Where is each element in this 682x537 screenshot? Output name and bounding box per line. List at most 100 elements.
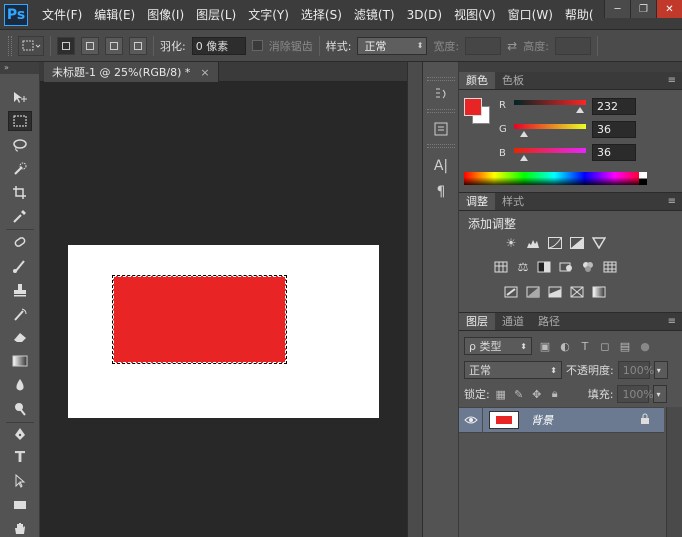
new-selection-button[interactable] [57, 36, 75, 55]
vibrance-icon[interactable] [591, 235, 607, 251]
black-white-icon[interactable] [536, 259, 552, 275]
layer-row-background[interactable]: 背景 [459, 407, 664, 433]
minimize-button[interactable]: ─ [604, 0, 630, 18]
black-white-swatch[interactable] [639, 172, 647, 185]
close-button[interactable]: ✕ [656, 0, 682, 18]
red-slider[interactable] [514, 100, 586, 105]
selective-color-icon[interactable] [569, 284, 585, 300]
lock-position-icon[interactable]: ✥ [530, 387, 544, 401]
tab-paths[interactable]: 路径 [531, 313, 567, 330]
actions-panel-icon[interactable] [430, 119, 452, 139]
path-selection-tool-icon[interactable] [8, 471, 32, 491]
blue-slider-thumb[interactable] [520, 155, 529, 161]
gradient-map-icon[interactable] [591, 284, 607, 300]
filter-smart-object-icon[interactable]: ▤ [618, 339, 632, 353]
brightness-contrast-icon[interactable]: ☀ [503, 235, 519, 251]
menu-help[interactable]: 帮助( [559, 6, 600, 23]
antialias-checkbox[interactable] [251, 40, 263, 51]
color-spectrum-ramp[interactable] [464, 172, 645, 185]
green-slider-thumb[interactable] [520, 131, 529, 137]
brush-tool-icon[interactable] [8, 256, 32, 276]
posterize-icon[interactable] [525, 284, 541, 300]
intersect-selection-button[interactable] [129, 36, 147, 55]
blue-value-input[interactable]: 36 [592, 144, 636, 161]
healing-brush-tool-icon[interactable] [8, 232, 32, 252]
dock-grip[interactable] [427, 109, 455, 113]
swap-icon[interactable]: ⇄ [507, 39, 517, 53]
menu-select[interactable]: 选择(S) [295, 6, 348, 23]
menu-3d[interactable]: 3D(D) [401, 8, 448, 22]
tab-swatches[interactable]: 色板 [495, 72, 531, 89]
toolbox-collapse-icon[interactable]: » [0, 62, 39, 74]
threshold-icon[interactable] [547, 284, 563, 300]
move-tool-icon[interactable] [8, 88, 32, 108]
lasso-tool-icon[interactable] [8, 135, 32, 155]
tab-adjustments[interactable]: 调整 [459, 193, 495, 210]
filter-adjustment-icon[interactable]: ◐ [558, 339, 572, 353]
blur-tool-icon[interactable] [8, 375, 32, 395]
menu-view[interactable]: 视图(V) [448, 6, 502, 23]
layer-thumbnail[interactable] [489, 411, 519, 429]
style-select[interactable]: 正常 ⬍ [357, 36, 428, 55]
filter-shape-icon[interactable]: ◻ [598, 339, 612, 353]
tab-layers[interactable]: 图层 [459, 313, 495, 330]
selection-red-rectangle[interactable] [112, 275, 287, 364]
clone-stamp-tool-icon[interactable] [8, 280, 32, 300]
tool-preset-picker[interactable] [18, 35, 44, 56]
restore-button[interactable]: ❐ [630, 0, 656, 18]
eye-visibility-icon[interactable] [459, 407, 483, 433]
menu-file[interactable]: 文件(F) [36, 6, 88, 23]
character-panel-icon[interactable]: A| [430, 156, 452, 176]
green-slider[interactable] [514, 124, 586, 129]
panel-dock-header[interactable] [459, 62, 682, 72]
menu-image[interactable]: 图像(I) [141, 6, 190, 23]
dodge-tool-icon[interactable] [8, 399, 32, 419]
width-input[interactable] [465, 36, 502, 55]
menu-type[interactable]: 文字(Y) [242, 6, 295, 23]
menu-layer[interactable]: 图层(L) [190, 6, 242, 23]
opacity-input[interactable]: 100% [617, 361, 654, 379]
eraser-tool-icon[interactable] [8, 327, 32, 347]
rectangular-marquee-tool-icon[interactable] [8, 111, 32, 131]
menu-window[interactable]: 窗口(W) [502, 6, 559, 23]
channel-mixer-icon[interactable] [580, 259, 596, 275]
filter-type-icon[interactable]: T [578, 339, 592, 353]
tab-color[interactable]: 颜色 [459, 72, 495, 89]
fill-dropdown[interactable]: ▾ [653, 385, 668, 403]
document-workspace[interactable] [40, 82, 407, 537]
rectangle-tool-icon[interactable] [8, 495, 32, 515]
options-grip[interactable] [8, 35, 12, 56]
type-tool-icon[interactable]: T [8, 447, 32, 467]
layer-name[interactable]: 背景 [531, 412, 553, 428]
panel-menu-icon[interactable]: ≡ [668, 316, 676, 327]
red-value-input[interactable]: 232 [592, 98, 636, 115]
blue-slider[interactable] [514, 148, 586, 153]
hand-tool-icon[interactable] [8, 518, 32, 537]
pen-tool-icon[interactable] [8, 424, 32, 444]
layers-scrollbar[interactable] [666, 407, 682, 537]
dock-grip[interactable] [427, 144, 455, 148]
color-balance-icon[interactable]: ⚖ [515, 259, 531, 275]
lock-pixels-icon[interactable]: ✎ [512, 387, 526, 401]
menu-filter[interactable]: 滤镜(T) [348, 6, 401, 23]
color-lookup-icon[interactable] [602, 259, 618, 275]
quick-selection-tool-icon[interactable] [8, 159, 32, 179]
panel-menu-icon[interactable]: ≡ [668, 196, 676, 207]
photo-filter-icon[interactable] [558, 259, 574, 275]
foreground-color-swatch[interactable] [464, 98, 482, 116]
subtract-selection-button[interactable] [105, 36, 123, 55]
crop-tool-icon[interactable] [8, 182, 32, 202]
height-input[interactable] [554, 36, 591, 55]
lock-transparency-icon[interactable]: ▦ [494, 387, 508, 401]
invert-icon[interactable] [503, 284, 519, 300]
levels-icon[interactable] [525, 235, 541, 251]
add-selection-button[interactable] [81, 36, 99, 55]
panel-divider-strip[interactable] [407, 62, 423, 537]
history-panel-icon[interactable] [430, 84, 452, 104]
panel-menu-icon[interactable]: ≡ [668, 75, 676, 86]
filter-pixel-icon[interactable]: ▣ [538, 339, 552, 353]
document-tab[interactable]: 未标题-1 @ 25%(RGB/8) * × [44, 62, 219, 82]
exposure-icon[interactable] [569, 235, 585, 251]
history-brush-tool-icon[interactable] [8, 304, 32, 324]
lock-all-icon[interactable]: 🔒︎ [548, 387, 562, 401]
